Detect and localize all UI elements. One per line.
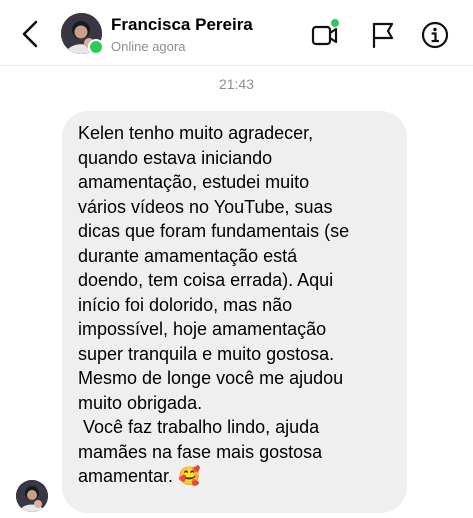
- message-text: Kelen tenho muito agradecer, quando esta…: [78, 121, 393, 490]
- info-button[interactable]: [420, 20, 450, 50]
- sender-avatar[interactable]: [16, 480, 48, 512]
- info-icon: [421, 21, 449, 49]
- back-button[interactable]: [18, 19, 44, 49]
- message-body: Kelen tenho muito agradecer, quando esta…: [78, 123, 350, 486]
- received-message-bubble[interactable]: Kelen tenho muito agradecer, quando esta…: [62, 111, 407, 513]
- smiling-face-with-hearts-emoji: 🥰: [178, 466, 201, 487]
- video-active-dot: [331, 19, 339, 27]
- flag-icon: [372, 22, 394, 49]
- chat-header: Francisca Pereira Online agora: [0, 0, 473, 66]
- message-timestamp: 21:43: [218, 76, 255, 92]
- contact-avatar-wrapper[interactable]: [61, 13, 104, 55]
- online-status-text: Online agora: [111, 39, 186, 54]
- report-button[interactable]: [368, 20, 398, 50]
- video-call-button[interactable]: [310, 19, 340, 50]
- online-status-dot: [88, 39, 104, 55]
- contact-name[interactable]: Francisca Pereira: [111, 15, 253, 35]
- chevron-left-icon: [22, 20, 38, 48]
